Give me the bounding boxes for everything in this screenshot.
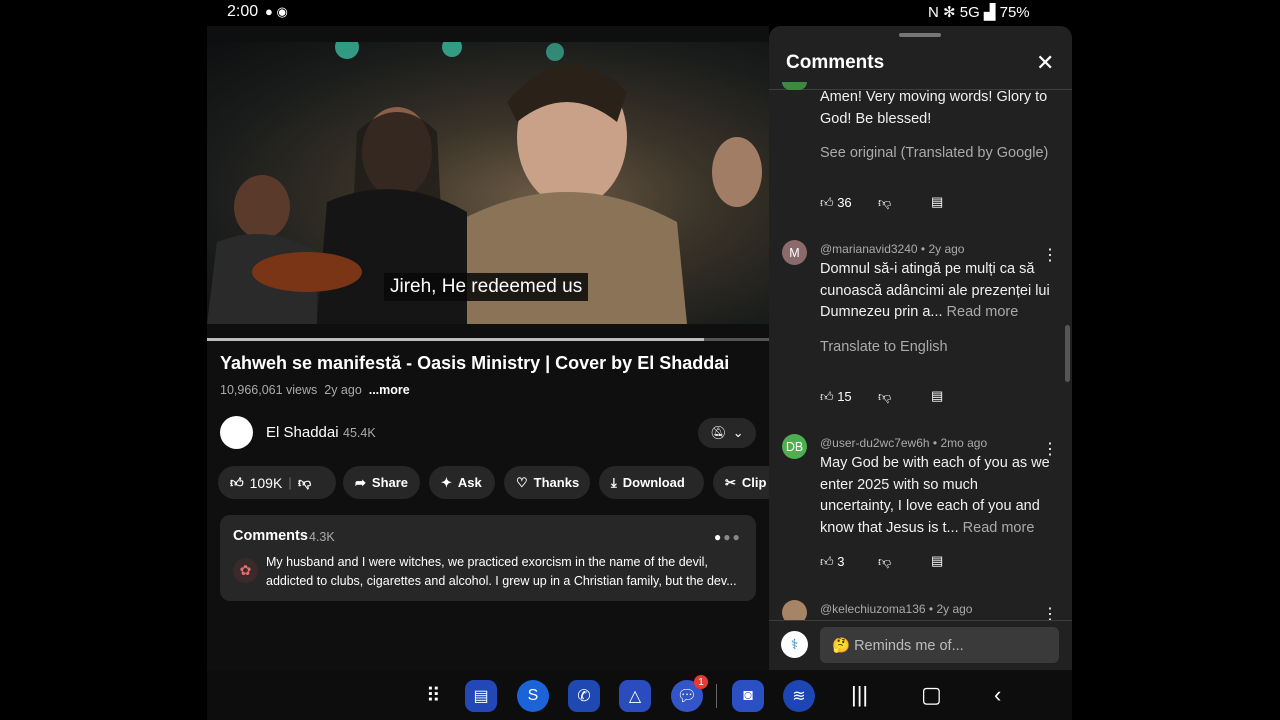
- drive-app-icon[interactable]: △: [619, 680, 651, 712]
- close-icon[interactable]: ✕: [1036, 50, 1054, 76]
- like-count: 36: [837, 195, 852, 210]
- pagination-dots: ●●●: [714, 530, 742, 544]
- read-more-link[interactable]: Read more: [963, 520, 1035, 536]
- comment-author[interactable]: @kelechiuzoma136: [820, 602, 926, 616]
- avatar[interactable]: M: [782, 240, 807, 265]
- subscriber-count: 45.4K: [343, 426, 376, 440]
- like-icon: 👍︎: [230, 474, 244, 490]
- reply-icon[interactable]: ▤: [931, 388, 943, 404]
- like-count: 15: [837, 389, 852, 404]
- phone-app-icon[interactable]: ✆: [568, 680, 600, 712]
- notification-icons: ● ◉: [265, 4, 288, 19]
- sparkle-icon: ✦: [441, 474, 452, 490]
- share-label: Share: [371, 475, 409, 490]
- reply-icon[interactable]: ▤: [931, 553, 943, 569]
- comment-age: 2mo ago: [940, 436, 988, 450]
- status-indicators: N ✻ 5G ▟ 75%: [928, 4, 1030, 21]
- download-label: Download: [622, 475, 685, 490]
- like-count: 109K: [249, 474, 283, 491]
- spotify-app-icon[interactable]: ≋: [783, 680, 815, 712]
- comment-age: 2y ago: [928, 242, 965, 256]
- ask-label: Ask: [457, 475, 482, 490]
- video-title: Yahweh se manifestă - Oasis Ministry | C…: [220, 353, 730, 373]
- like-dislike-button[interactable]: 👍︎ 109K | 👎︎: [218, 466, 336, 499]
- comment-text: Domnul să-i atingă pe mulți ca să cunoas…: [820, 261, 1050, 320]
- like-button[interactable]: 👍︎ 15: [820, 389, 852, 405]
- user-avatar: ⚕: [781, 631, 808, 658]
- camera-app-icon[interactable]: ◙: [732, 680, 764, 712]
- video-subtitle: Jireh, He redeemed us: [384, 273, 589, 301]
- clip-label: Clip: [741, 475, 767, 490]
- comment-author[interactable]: @marianavid3240: [820, 242, 918, 256]
- view-count: 10,966,061 views: [220, 383, 318, 397]
- share-button[interactable]: ➦ Share: [343, 466, 420, 499]
- thanks-button[interactable]: ♡ Thanks: [504, 466, 590, 499]
- shazam-app-icon[interactable]: S: [517, 680, 549, 712]
- comment-input[interactable]: 🤔 Reminds me of...: [820, 627, 1059, 663]
- comment-header: @marianavid3240 • 2y ago: [820, 242, 965, 256]
- dislike-icon[interactable]: 👎︎: [878, 195, 891, 211]
- share-icon: ➦: [355, 474, 366, 490]
- notification-bell-button[interactable]: 🔕︎ ⌄: [698, 418, 756, 448]
- clip-button[interactable]: ✂ Clip: [713, 466, 769, 499]
- more-link[interactable]: ...more: [369, 383, 410, 397]
- comments-preview-text: My husband and I were witches, we practi…: [266, 555, 737, 588]
- back-icon[interactable]: ‹: [994, 682, 1001, 708]
- comment-author[interactable]: @user-du2wc7ew6h: [820, 436, 930, 450]
- like-button[interactable]: 👍︎ 36: [820, 195, 852, 211]
- ask-button[interactable]: ✦ Ask: [429, 466, 495, 499]
- read-more-link[interactable]: Read more: [947, 304, 1019, 320]
- home-icon[interactable]: ▢: [921, 682, 942, 708]
- download-icon: ⤓: [611, 474, 617, 490]
- see-original-link[interactable]: See original (Translated by Google): [820, 145, 1048, 161]
- heart-dollar-icon: ♡: [516, 474, 528, 490]
- dock-divider: [716, 684, 717, 708]
- channel-name[interactable]: El Shaddai: [266, 424, 339, 441]
- dislike-icon[interactable]: 👎︎: [878, 389, 891, 405]
- video-meta: 10,966,061 views 2y ago ...more: [220, 383, 410, 397]
- recent-apps-icon[interactable]: |||: [851, 682, 868, 708]
- status-time: 2:00: [227, 3, 259, 20]
- chevron-down-icon: ⌄: [732, 425, 744, 440]
- video-progress-fill: [207, 338, 705, 341]
- comments-preview-title: Comments: [233, 528, 308, 544]
- video-age: 2y ago: [324, 383, 362, 397]
- comment-text: May God be with each of you as we enter …: [820, 455, 1050, 536]
- dislike-icon[interactable]: 👎︎: [878, 554, 891, 570]
- notification-badge: 1: [694, 675, 708, 689]
- drag-handle[interactable]: [899, 33, 941, 37]
- dislike-icon: 👎︎: [297, 474, 312, 490]
- scrollbar[interactable]: [1065, 325, 1070, 382]
- scissors-icon: ✂: [725, 474, 736, 490]
- channel-avatar[interactable]: [220, 416, 253, 449]
- comment-header: @user-du2wc7ew6h • 2mo ago: [820, 436, 988, 450]
- commenter-avatar: ✿: [233, 558, 258, 583]
- thanks-label: Thanks: [533, 475, 580, 490]
- comments-preview-count: 4.3K: [309, 530, 335, 544]
- docs-app-icon[interactable]: ▤: [465, 680, 497, 712]
- download-button[interactable]: ⤓ Download: [599, 466, 704, 499]
- app-drawer-icon[interactable]: ⠿: [426, 683, 441, 708]
- bell-off-icon: 🔕︎: [710, 425, 727, 440]
- avatar[interactable]: DB: [782, 434, 807, 459]
- like-button[interactable]: 👍︎ 3: [820, 554, 844, 570]
- comment-text: Amen! Very moving words! Glory to God! B…: [820, 89, 1048, 127]
- comment-age: 2y ago: [936, 602, 973, 616]
- reply-icon[interactable]: ▤: [931, 194, 943, 210]
- panel-title: Comments: [786, 52, 885, 73]
- like-count: 3: [837, 554, 845, 569]
- comment-header: @kelechiuzoma136 • 2y ago: [820, 602, 973, 616]
- translate-link[interactable]: Translate to English: [820, 339, 948, 355]
